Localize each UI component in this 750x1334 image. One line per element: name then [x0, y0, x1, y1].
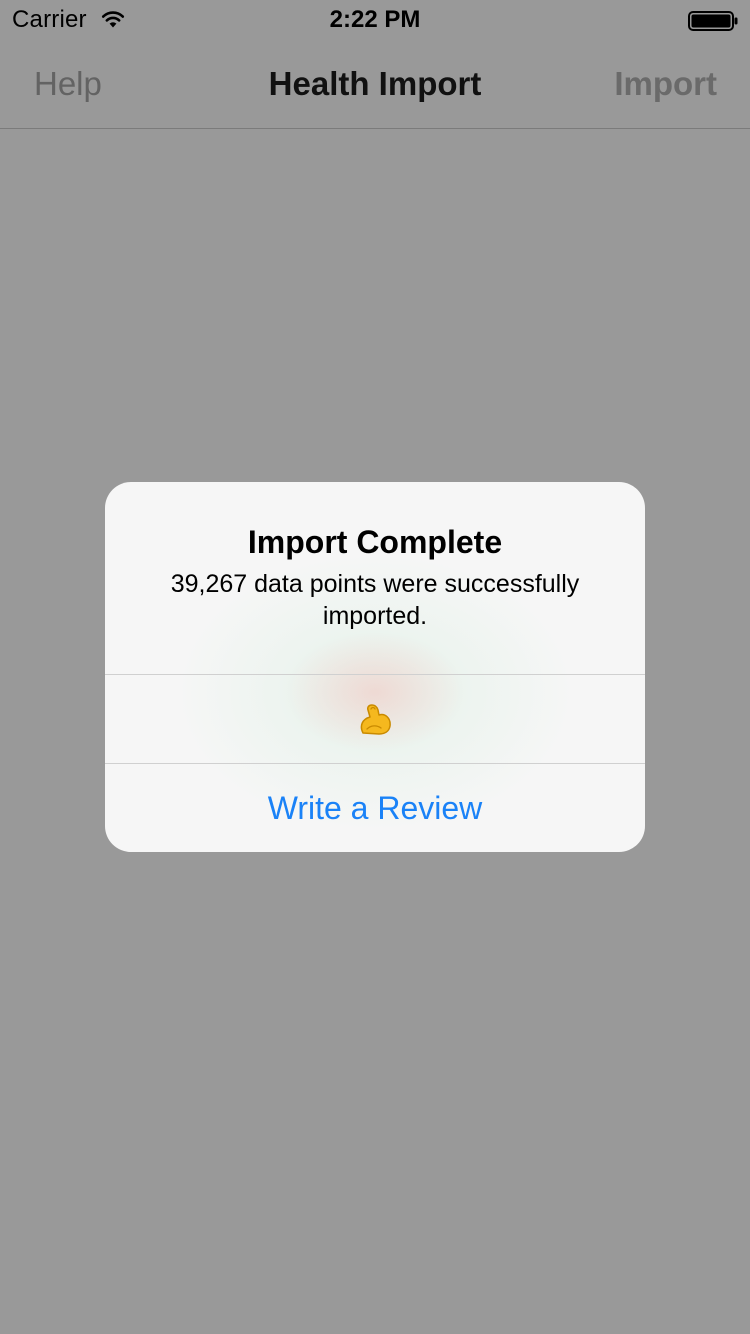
write-review-label: Write a Review [267, 790, 483, 826]
battery-icon [688, 11, 738, 31]
write-review-button[interactable]: Write a Review [105, 764, 645, 852]
flexed-biceps-icon [360, 704, 391, 735]
navigation-bar: Help Health Import Import [0, 40, 750, 129]
import-button[interactable]: Import [614, 64, 717, 104]
alert-body: Import Complete 39,267 data points were … [105, 482, 645, 674]
import-complete-alert: Import Complete 39,267 data points were … [105, 482, 645, 852]
flexed-biceps-button[interactable] [105, 675, 645, 763]
status-bar: Carrier 2:22 PM [0, 0, 750, 40]
alert-message: 39,267 data points were successfully imp… [170, 570, 580, 630]
alert-title: Import Complete [247, 524, 503, 560]
status-time: 2:22 PM [329, 6, 421, 33]
